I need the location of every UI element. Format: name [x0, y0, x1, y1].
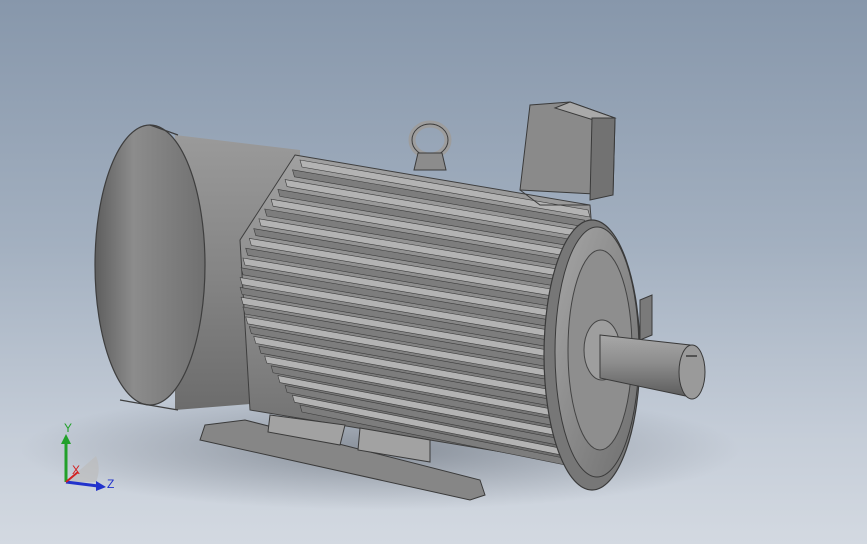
axis-triad: Y X Z [61, 421, 114, 491]
electric-motor-model[interactable] [0, 0, 867, 544]
z-axis-arrow [65, 480, 99, 488]
y-axis-label: Y [64, 421, 72, 435]
3d-viewport[interactable]: Y X Z [0, 0, 867, 544]
terminal-box [519, 101, 617, 206]
x-axis-label: X [72, 463, 80, 477]
z-axis-arrowhead [96, 481, 106, 491]
lifting-eye [408, 120, 452, 171]
y-axis-arrowhead [61, 434, 71, 444]
z-axis-label: Z [107, 477, 114, 491]
